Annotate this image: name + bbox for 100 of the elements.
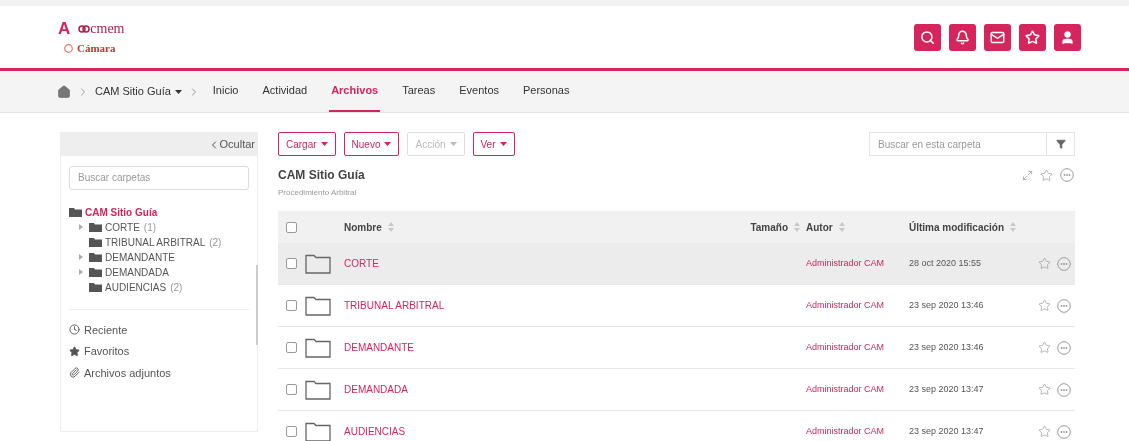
folder-icon <box>305 421 331 441</box>
expand-icon[interactable] <box>1022 169 1033 181</box>
tree-folder[interactable]: DEMANDANTE <box>105 249 175 265</box>
site-dropdown[interactable]: CAM Sitio Guía <box>95 83 182 100</box>
folder-link[interactable]: CORTE <box>344 256 379 271</box>
folder-icon <box>305 295 331 316</box>
folder-icon <box>69 207 82 217</box>
star-icon[interactable] <box>1038 257 1051 270</box>
star-icon[interactable] <box>1038 341 1051 354</box>
scrollbar[interactable] <box>256 265 258 345</box>
more-options-icon[interactable] <box>1057 340 1071 355</box>
expand-arrow-icon[interactable] <box>79 269 83 275</box>
more-options-icon[interactable] <box>1057 256 1071 271</box>
checkbox[interactable] <box>286 426 297 437</box>
mail-icon <box>990 29 1005 45</box>
star-icon[interactable] <box>1038 299 1051 312</box>
folder-search-field[interactable]: Buscar carpetas <box>69 165 249 190</box>
column-header[interactable]: Nombre <box>344 219 710 235</box>
expand-arrow-icon[interactable] <box>79 224 83 230</box>
caret-icon <box>320 142 328 146</box>
emblem-icon <box>64 44 73 53</box>
more-options-icon[interactable] <box>1057 424 1071 439</box>
toolbar-button[interactable]: Cargar <box>278 132 336 156</box>
tree-folder[interactable]: DEMANDADA <box>105 264 169 280</box>
rings-icon <box>78 24 91 33</box>
search-icon <box>920 29 935 45</box>
author-link[interactable]: Administrador CAM <box>800 340 885 355</box>
folder-icon <box>89 267 102 277</box>
sidebar-link[interactable]: Favoritos <box>69 343 130 360</box>
folder-title: CAM Sitio Guía <box>278 167 365 184</box>
star-icon <box>69 345 80 357</box>
date-cell-text: 23 sep 2020 13:46 <box>908 298 985 312</box>
sidebar-link[interactable]: Reciente <box>69 321 128 338</box>
home-icon[interactable] <box>57 84 71 99</box>
folder-icon <box>305 253 331 274</box>
checkbox[interactable] <box>286 221 297 233</box>
checkbox[interactable] <box>286 300 297 311</box>
caret-icon <box>174 89 182 94</box>
folder-link[interactable]: DEMANDANTE <box>344 340 414 355</box>
logo-text: cmem <box>90 21 125 36</box>
column-header[interactable]: Tamaño <box>710 219 800 235</box>
filter-button[interactable] <box>1047 132 1075 156</box>
star-icon[interactable] <box>1040 168 1053 182</box>
folder-icon <box>305 337 331 358</box>
user-icon <box>1060 29 1075 45</box>
nav-tab[interactable]: Personas <box>521 71 572 112</box>
nav-tab[interactable]: Archivos <box>329 71 381 112</box>
author-link[interactable]: Administrador CAM <box>800 298 885 313</box>
date-cell-text: 28 oct 2020 15:55 <box>908 256 983 270</box>
logo-letter: A <box>58 20 71 37</box>
sort-icon <box>794 222 800 232</box>
hide-button[interactable]: Ocultar <box>207 136 255 153</box>
mail-button[interactable] <box>984 23 1011 51</box>
sidebar-link[interactable]: Archivos adjuntos <box>69 364 171 381</box>
nav-tab[interactable]: Eventos <box>457 71 501 112</box>
nav-tab[interactable]: Inicio <box>210 71 241 112</box>
sort-icon <box>387 222 394 232</box>
checkbox[interactable] <box>286 384 297 395</box>
expand-arrow-icon[interactable] <box>79 254 83 260</box>
author-link[interactable]: Administrador CAM <box>800 256 885 271</box>
more-options-icon[interactable] <box>1057 382 1071 397</box>
date-cell-text: 23 sep 2020 13:46 <box>908 340 985 354</box>
tree-folder[interactable]: AUDIENCIAS <box>105 279 167 295</box>
star-icon <box>1025 29 1040 45</box>
author-link[interactable]: Administrador CAM <box>800 424 885 439</box>
folder-link[interactable]: TRIBUNAL ARBITRAL <box>344 298 445 313</box>
star-button[interactable] <box>1019 23 1046 51</box>
caret-icon <box>384 142 392 146</box>
toolbar-button[interactable]: Nuevo <box>343 132 400 156</box>
column-header[interactable]: Autor <box>800 219 903 235</box>
user-button[interactable] <box>1054 23 1081 51</box>
folder-subtitle: Procedimiento Arbitral <box>278 187 358 199</box>
tree-folder[interactable]: TRIBUNAL ARBITRAL <box>105 234 206 250</box>
search-field[interactable]: Buscar en esta carpeta <box>869 132 1047 156</box>
folder-link[interactable]: DEMANDADA <box>344 382 408 397</box>
author-link[interactable]: Administrador CAM <box>800 382 885 397</box>
folder-count: (2) <box>209 235 222 250</box>
folder-icon <box>89 282 102 292</box>
chamber-name: Cámara <box>77 43 116 54</box>
star-icon[interactable] <box>1038 425 1051 438</box>
folder-count: (2) <box>170 280 183 295</box>
column-header[interactable]: Última modificación <box>903 219 1023 235</box>
toolbar-button[interactable]: Ver <box>472 132 515 156</box>
search-button[interactable] <box>914 23 941 51</box>
more-options-icon[interactable] <box>1057 298 1071 313</box>
table-row[interactable]: CORTE Administrador CAM 28 oct 2020 15:55 <box>278 243 1075 285</box>
folder-icon <box>305 379 331 400</box>
checkbox[interactable] <box>286 342 297 353</box>
folder-link[interactable]: AUDIENCIAS <box>344 424 406 439</box>
paperclip-icon <box>69 367 80 379</box>
star-icon[interactable] <box>1038 383 1051 396</box>
tree-folder[interactable]: CORTE <box>105 219 140 235</box>
more-options-icon[interactable] <box>1060 168 1074 182</box>
checkbox[interactable] <box>286 258 297 269</box>
nav-tab[interactable]: Tareas <box>400 71 438 112</box>
tree-folder[interactable]: CAM Sitio Guía <box>85 204 158 220</box>
sort-icon <box>1010 222 1016 232</box>
nav-tab[interactable]: Actividad <box>260 71 310 112</box>
folder-icon <box>89 237 102 247</box>
bell-button[interactable] <box>949 23 976 51</box>
